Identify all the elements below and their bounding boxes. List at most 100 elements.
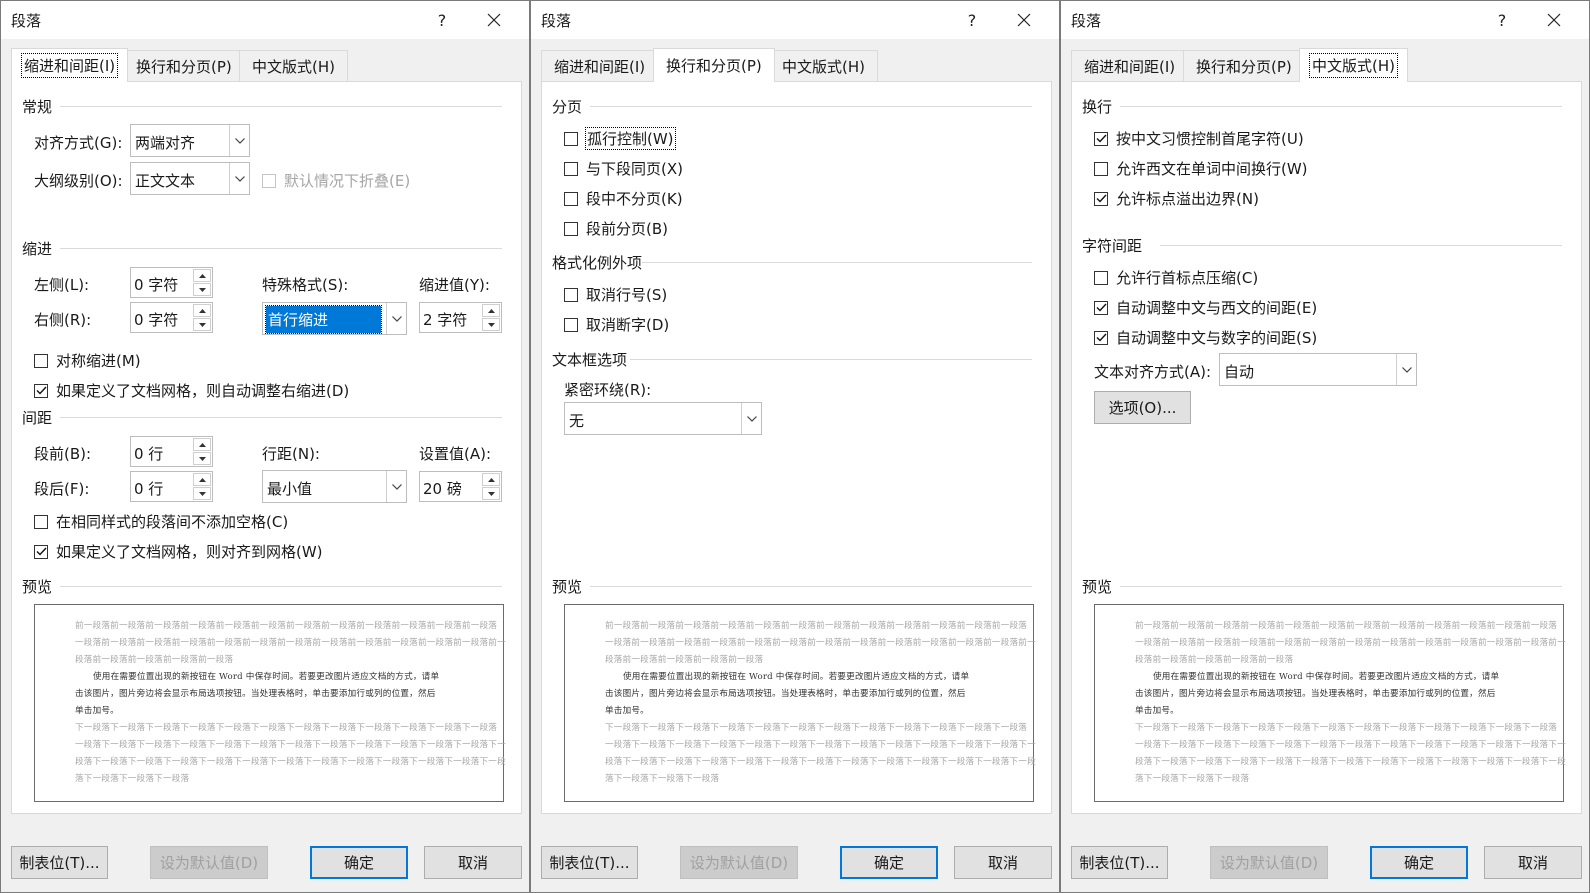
auto-right-indent-checkbox[interactable]: 如果定义了文档网格，则自动调整右缩进(D) (34, 380, 349, 401)
tab-line-page-breaks[interactable]: 换行和分页(P) (653, 48, 775, 82)
spin-up-button[interactable] (482, 473, 500, 486)
spin-up-button[interactable] (193, 473, 211, 486)
checkbox-box (34, 514, 48, 529)
ok-button[interactable]: 确定 (310, 846, 408, 879)
chevron-down-icon (229, 163, 249, 194)
outline-level-select[interactable]: 正文文本 (130, 162, 250, 195)
chinese-rules-checkbox[interactable]: 按中文习惯控制首尾字符(U) (1094, 128, 1304, 149)
tab-indents-spacing[interactable]: 缩进和间距(I) (11, 48, 129, 82)
tabs-button[interactable]: 制表位(T)... (1071, 846, 1168, 879)
spin-down-button[interactable] (482, 487, 500, 500)
preview-next-line: 段落下一段落下一段落下一段落下一段落下一段落下一段落下一段落下一段落下一段落下一… (75, 757, 506, 767)
widow-control-checkbox[interactable]: 孤行控制(W) (564, 127, 676, 150)
tab-indents-spacing[interactable]: 缩进和间距(I) (1071, 50, 1189, 81)
close-button[interactable] (1001, 1, 1047, 39)
outline-level-value: 正文文本 (135, 172, 196, 190)
left-indent-label: 左侧(L): (34, 276, 90, 294)
checkbox-box (1094, 270, 1108, 285)
spin-down-button[interactable] (193, 283, 211, 296)
auto-space-asian-latin-checkbox[interactable]: 自动调整中文与西文的间距(E) (1094, 297, 1317, 318)
tight-wrap-select[interactable]: 无 (564, 402, 762, 435)
group-title-spacing: 间距 (22, 409, 53, 427)
spacing-at-value: 20 磅 (423, 480, 462, 498)
chevron-down-icon (386, 471, 406, 502)
right-indent-stepper[interactable]: 0 字符 (130, 302, 213, 333)
close-icon (1547, 13, 1561, 27)
spin-up-button[interactable] (193, 304, 211, 317)
compress-punctuation-checkbox[interactable]: 允许行首标点压缩(C) (1094, 267, 1258, 288)
line-spacing-value: 最小值 (267, 480, 313, 498)
spin-down-button[interactable] (193, 452, 211, 465)
preview-sample-line: 单击加号。 (75, 706, 119, 716)
special-format-select[interactable]: 首行缩进 (262, 302, 407, 335)
spin-down-button[interactable] (482, 318, 500, 331)
ok-button[interactable]: 确定 (1370, 846, 1468, 879)
help-button[interactable]: ? (1479, 1, 1525, 39)
auto-space-asian-number-checkbox[interactable]: 自动调整中文与数字的间距(S) (1094, 327, 1317, 348)
preview-prev-line: 段落前一段落前一段落前一段落前一段落 (1135, 655, 1294, 665)
indent-by-stepper[interactable]: 2 字符 (419, 302, 502, 333)
line-spacing-label: 行距(N): (262, 445, 320, 463)
preview-next-line: 段落下一段落下一段落下一段落下一段落下一段落下一段落下一段落下一段落下一段落下一… (605, 757, 1036, 767)
space-after-stepper[interactable]: 0 行 (130, 471, 213, 502)
tabs-button[interactable]: 制表位(T)... (541, 846, 638, 879)
preview-next-line: 落下一段落下一段落下一段落 (1135, 774, 1250, 784)
spin-up-button[interactable] (193, 438, 211, 451)
dont-hyphenate-checkbox[interactable]: 取消断字(D) (564, 314, 669, 335)
preview-sample-line: 使用在需要位置出现的新按钮在 Word 中保存时间。若要更改图片适应文档的方式，… (1153, 672, 1500, 682)
checkbox-box (564, 221, 578, 236)
spin-down-button[interactable] (193, 487, 211, 500)
cancel-button[interactable]: 取消 (424, 846, 522, 879)
alignment-select[interactable]: 两端对齐 (130, 124, 250, 157)
close-button[interactable] (1531, 1, 1577, 39)
set-default-button[interactable]: 设为默认值(D) (150, 846, 268, 879)
tab-asian-typography[interactable]: 中文版式(H) (769, 50, 878, 81)
text-alignment-select[interactable]: 自动 (1219, 353, 1417, 386)
keep-lines-together-checkbox[interactable]: 段中不分页(K) (564, 188, 683, 209)
checkbox-box (564, 161, 578, 176)
check-icon (36, 386, 47, 395)
ok-button[interactable]: 确定 (840, 846, 938, 879)
suppress-line-numbers-checkbox[interactable]: 取消行号(S) (564, 284, 667, 305)
tab-asian-typography[interactable]: 中文版式(H) (1299, 48, 1408, 82)
tab-indents-spacing[interactable]: 缩进和间距(I) (541, 50, 659, 81)
mirror-indents-checkbox[interactable]: 对称缩进(M) (34, 350, 141, 371)
checkbox-box (1094, 330, 1108, 345)
help-button[interactable]: ? (419, 1, 465, 39)
help-button[interactable]: ? (949, 1, 995, 39)
spin-up-button[interactable] (193, 269, 211, 282)
no-space-same-style-checkbox[interactable]: 在相同样式的段落间不添加空格(C) (34, 511, 288, 532)
latin-word-wrap-checkbox[interactable]: 允许西文在单词中间换行(W) (1094, 158, 1308, 179)
cancel-button[interactable]: 取消 (954, 846, 1052, 879)
options-button[interactable]: 选项(O)... (1094, 391, 1191, 424)
group-title-preview: 预览 (552, 578, 583, 596)
tab-line-page-breaks[interactable]: 换行和分页(P) (123, 50, 245, 81)
divider (1120, 586, 1562, 587)
cancel-button[interactable]: 取消 (1484, 846, 1582, 879)
close-button[interactable] (471, 1, 517, 39)
spin-up-button[interactable] (482, 304, 500, 317)
page-break-before-checkbox[interactable]: 段前分页(B) (564, 218, 668, 239)
spin-down-button[interactable] (193, 318, 211, 331)
preview-next-line: 一段落下一段落下一段落下一段落下一段落下一段落下一段落下一段落下一段落下一段落下… (75, 740, 506, 750)
tab-line-page-breaks[interactable]: 换行和分页(P) (1183, 50, 1305, 81)
left-indent-stepper[interactable]: 0 字符 (130, 267, 213, 298)
tab-asian-typography[interactable]: 中文版式(H) (239, 50, 348, 81)
space-before-label: 段前(B): (34, 445, 92, 463)
tab-panel: 分页 孤行控制(W) 与下段同页(X) 段中不分页(K) 段前分页(B) 格式化… (541, 81, 1052, 814)
space-before-stepper[interactable]: 0 行 (130, 436, 213, 467)
set-default-button[interactable]: 设为默认值(D) (1210, 846, 1328, 879)
set-default-button[interactable]: 设为默认值(D) (680, 846, 798, 879)
hanging-punctuation-checkbox[interactable]: 允许标点溢出边界(N) (1094, 188, 1259, 209)
collapse-default-checkbox[interactable]: 默认情况下折叠(E) (262, 170, 410, 191)
preview-sample-line: 击该图片，图片旁边将会显示布局选项按钮。当处理表格时，单击要添加行或列的位置，然… (1135, 689, 1496, 699)
spacing-at-stepper[interactable]: 20 磅 (419, 471, 502, 502)
group-title-indentation: 缩进 (22, 240, 53, 258)
spacing-at-label: 设置值(A): (419, 445, 492, 463)
line-spacing-select[interactable]: 最小值 (262, 470, 407, 503)
checkbox-box (1094, 300, 1108, 315)
dialog-title: 段落 (11, 12, 42, 30)
keep-with-next-checkbox[interactable]: 与下段同页(X) (564, 158, 683, 179)
tabs-button[interactable]: 制表位(T)... (11, 846, 108, 879)
snap-to-grid-checkbox[interactable]: 如果定义了文档网格，则对齐到网格(W) (34, 541, 323, 562)
